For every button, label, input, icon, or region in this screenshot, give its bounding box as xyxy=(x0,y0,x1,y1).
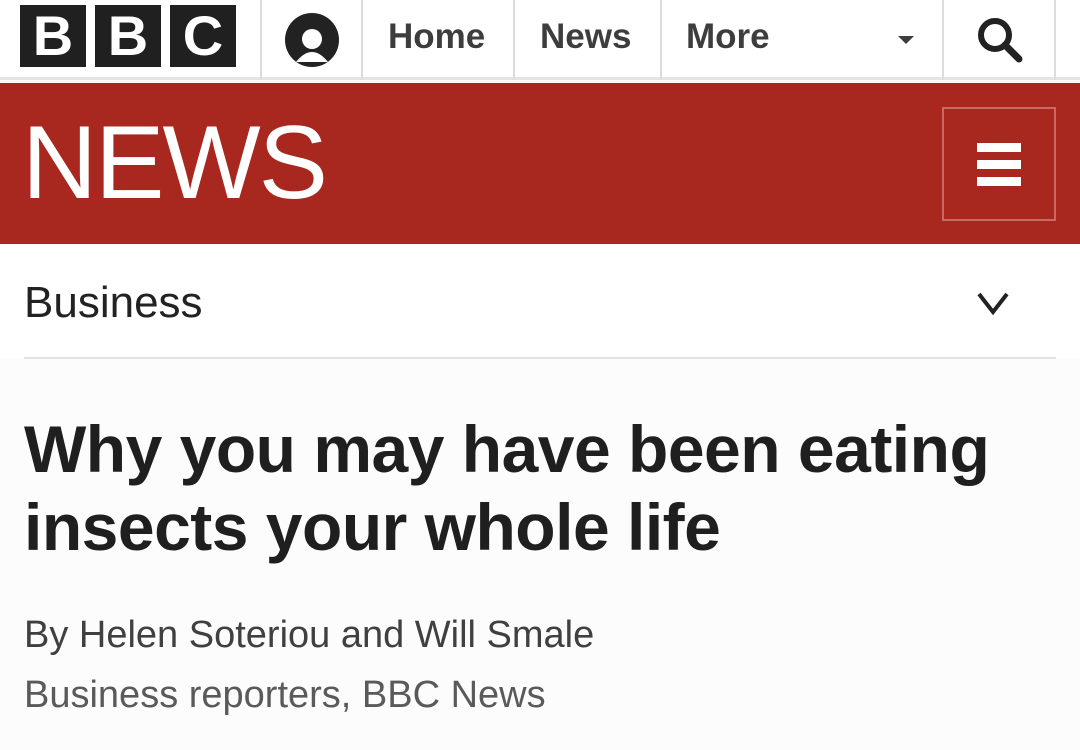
logo-letter: B xyxy=(20,5,86,67)
article-author-role: Business reporters, BBC News xyxy=(24,674,546,716)
bbc-logo[interactable]: B B C xyxy=(20,5,236,67)
divider xyxy=(660,0,662,80)
hamburger-menu-icon[interactable] xyxy=(942,107,1056,221)
top-navigation-bar: B B C Home News More xyxy=(0,0,1080,80)
menu-bar xyxy=(977,142,1021,152)
news-banner-title[interactable]: NEWS xyxy=(22,103,328,223)
section-label: Business xyxy=(24,278,203,327)
news-banner: NEWS xyxy=(0,83,1080,244)
divider xyxy=(513,0,515,80)
nav-home-link[interactable]: Home xyxy=(388,0,485,80)
article-headline: Why you may have been eating insects you… xyxy=(24,412,990,564)
section-selector[interactable]: Business xyxy=(0,244,1080,358)
search-button[interactable] xyxy=(944,0,1056,80)
account-button[interactable] xyxy=(262,0,362,80)
nav-news-link[interactable]: News xyxy=(540,0,631,80)
divider xyxy=(1054,0,1056,80)
account-icon xyxy=(285,13,339,67)
caret-down-icon[interactable] xyxy=(898,36,914,44)
search-icon xyxy=(978,18,1023,63)
article-byline: By Helen Soteriou and Will Smale xyxy=(24,614,595,656)
menu-bar xyxy=(977,176,1021,186)
divider xyxy=(361,0,363,80)
chevron-down-icon[interactable] xyxy=(975,284,1011,320)
section-divider xyxy=(24,357,1056,359)
menu-bar xyxy=(977,159,1021,169)
logo-letter: B xyxy=(95,5,161,67)
logo-letter: C xyxy=(170,5,236,67)
nav-more-link[interactable]: More xyxy=(686,0,770,80)
